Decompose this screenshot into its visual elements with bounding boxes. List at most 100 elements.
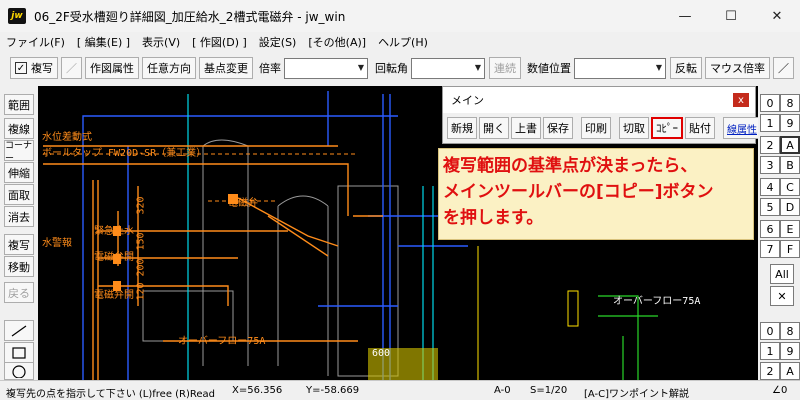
nin-i-houkou-button[interactable]: 任意方向 xyxy=(142,57,196,79)
status-angle[interactable]: ∠0 xyxy=(772,385,787,396)
line-tool-icon[interactable] xyxy=(4,320,34,341)
kaitenkaku-label: 回転角 xyxy=(375,62,408,75)
instruction-callout: 複写範囲の基準点が決まったら、 メインツールバーの[コピー]ボタン を押します。 xyxy=(438,148,754,240)
callout-line-3: を押します。 xyxy=(443,208,544,228)
menu-other[interactable]: [その他(A)] xyxy=(308,34,366,50)
control-toolbar: ✓ 複写 ／ 作図属性 任意方向 基点変更 倍率 回転角 連続 数値位置 反転 … xyxy=(0,53,800,83)
group-button[interactable]: 0 xyxy=(760,322,780,340)
cad-dimension: 120 xyxy=(135,282,147,301)
group-button[interactable]: 8 xyxy=(780,322,800,340)
status-layer[interactable]: A-0 xyxy=(494,385,511,396)
layer-button[interactable]: 4 xyxy=(760,178,780,196)
menu-draw[interactable]: [ 作図(D) ] xyxy=(192,34,247,50)
layer-button[interactable]: D xyxy=(780,198,800,216)
status-y-coordinate: Y=-58.669 xyxy=(306,385,360,396)
layer-button[interactable]: F xyxy=(780,240,800,258)
jw-app-icon: jw xyxy=(8,8,26,24)
main-panel-titlebar[interactable]: メイン x xyxy=(443,87,755,113)
sakuzu-zokusei-button[interactable]: 作図属性 xyxy=(85,57,139,79)
tool-shoukyo[interactable]: 消去 xyxy=(4,206,34,227)
tool-idou[interactable]: 移動 xyxy=(4,256,34,277)
tool-mentori[interactable]: 面取 xyxy=(4,184,34,205)
maximize-button[interactable]: ☐ xyxy=(708,0,754,32)
cad-label: オーバーフロー75A xyxy=(178,336,266,347)
slash-button-2[interactable]: ／ xyxy=(773,57,794,79)
copy-button[interactable]: ｺﾋﾟｰ xyxy=(651,117,683,139)
status-hint[interactable]: [A-C]ワンポイント解説 xyxy=(584,385,689,400)
layer-button[interactable]: C xyxy=(780,178,800,196)
layer-button[interactable]: 7 xyxy=(760,240,780,258)
print-button[interactable]: 印刷 xyxy=(581,117,611,139)
layer-palette: 0 8 1 9 2 A 3 B 4 C 5 D 6 E 7 F All ✕ 0 … xyxy=(758,86,800,380)
tool-fukusha[interactable]: 複写 xyxy=(4,234,34,255)
layer-button[interactable]: 2 xyxy=(760,136,780,154)
menu-edit[interactable]: [ 編集(E) ] xyxy=(77,34,130,50)
checkbox-icon: ✓ xyxy=(15,62,27,74)
main-panel-close-button[interactable]: x xyxy=(733,93,749,107)
bairitsu-label: 倍率 xyxy=(259,62,281,75)
tool-modoru[interactable]: 戻る xyxy=(4,282,34,303)
group-button[interactable]: A xyxy=(780,362,800,380)
hanten-button[interactable]: 反転 xyxy=(670,57,702,79)
layer-button[interactable]: 0 xyxy=(760,94,780,112)
suuchi-ichi-combo[interactable] xyxy=(574,57,666,79)
cad-label: 水位差動式 xyxy=(42,132,92,143)
bairitsu-combo[interactable] xyxy=(284,57,368,79)
status-prompt: 複写先の点を指示して下さい (L)free (R)Read xyxy=(6,389,216,400)
layer-button[interactable]: B xyxy=(780,156,800,174)
cad-label: 電磁弁 xyxy=(228,198,258,209)
layer-button[interactable]: E xyxy=(780,220,800,238)
menu-file[interactable]: ファイル(F) xyxy=(6,34,65,50)
tool-corner[interactable]: コーナー xyxy=(4,140,34,164)
line-attribute-button[interactable]: 線属性 xyxy=(723,117,761,139)
tool-fukusen[interactable]: 複線 xyxy=(4,118,34,139)
mouse-bairitsu-button[interactable]: マウス倍率 xyxy=(705,57,770,79)
status-x-coordinate: X=56.356 xyxy=(232,385,283,396)
kaitenkaku-combo[interactable] xyxy=(411,57,485,79)
layer-button[interactable]: 3 xyxy=(760,156,780,174)
open-button[interactable]: 開く xyxy=(479,117,509,139)
group-button[interactable]: 2 xyxy=(760,362,780,380)
callout-line-1: 複写範囲の基準点が決まったら、 xyxy=(443,156,698,176)
status-scale[interactable]: S=1/20 xyxy=(530,385,567,396)
tool-shinshuku[interactable]: 伸縮 xyxy=(4,162,34,183)
menu-settings[interactable]: 設定(S) xyxy=(259,34,297,50)
left-tool-palette: 範囲 複線 コーナー 伸縮 面取 消去 複写 移動 戻る xyxy=(0,86,38,380)
minimize-button[interactable]: — xyxy=(662,0,708,32)
layer-x-button[interactable]: ✕ xyxy=(770,286,794,306)
group-button[interactable]: 1 xyxy=(760,342,780,360)
save-button[interactable]: 保存 xyxy=(543,117,573,139)
close-button[interactable]: ✕ xyxy=(754,0,800,32)
main-toolbar-panel: メイン x 新規 開く 上書 保存 印刷 切取 ｺﾋﾟｰ 貼付 線属性 xyxy=(442,86,761,144)
callout-line-2: メインツールバーの[コピー]ボタン xyxy=(443,182,714,202)
menu-help[interactable]: ヘルプ(H) xyxy=(378,34,428,50)
slash-button[interactable]: ／ xyxy=(61,57,82,79)
menu-view[interactable]: 表示(V) xyxy=(142,34,180,50)
layer-button[interactable]: 1 xyxy=(760,114,780,132)
kijun-henkou-button[interactable]: 基点変更 xyxy=(199,57,253,79)
rectangle-tool-icon[interactable] xyxy=(4,342,34,363)
cad-dimension: 600 xyxy=(372,348,391,359)
overwrite-button[interactable]: 上書 xyxy=(511,117,541,139)
title-bar: jw 06_2F受水槽廻り詳細図_加圧給水_2槽式電磁弁 - jw_win — … xyxy=(0,0,800,32)
layer-button-active[interactable]: A xyxy=(780,136,800,154)
cad-dimension: 200 xyxy=(135,258,147,277)
layer-button[interactable]: 8 xyxy=(780,94,800,112)
layer-button[interactable]: 9 xyxy=(780,114,800,132)
circle-tool-icon[interactable] xyxy=(4,362,34,380)
group-button[interactable]: 9 xyxy=(780,342,800,360)
cad-label: ボールタップ FW20D-SR（兼工業） xyxy=(42,148,207,159)
cut-button[interactable]: 切取 xyxy=(619,117,649,139)
layer-button[interactable]: 6 xyxy=(760,220,780,238)
cad-dimension: 150 xyxy=(135,232,147,251)
cad-dimension: 320 xyxy=(135,196,147,215)
new-button[interactable]: 新規 xyxy=(447,117,477,139)
renzoku-button[interactable]: 連続 xyxy=(489,57,521,79)
fukusha-check-button[interactable]: ✓ 複写 xyxy=(10,57,58,79)
tool-hani[interactable]: 範囲 xyxy=(4,94,34,115)
all-layers-button[interactable]: All xyxy=(770,264,794,284)
fukusha-label: 複写 xyxy=(31,62,53,75)
layer-button[interactable]: 5 xyxy=(760,198,780,216)
suuchi-ichi-label: 数値位置 xyxy=(527,62,571,75)
paste-button[interactable]: 貼付 xyxy=(685,117,715,139)
